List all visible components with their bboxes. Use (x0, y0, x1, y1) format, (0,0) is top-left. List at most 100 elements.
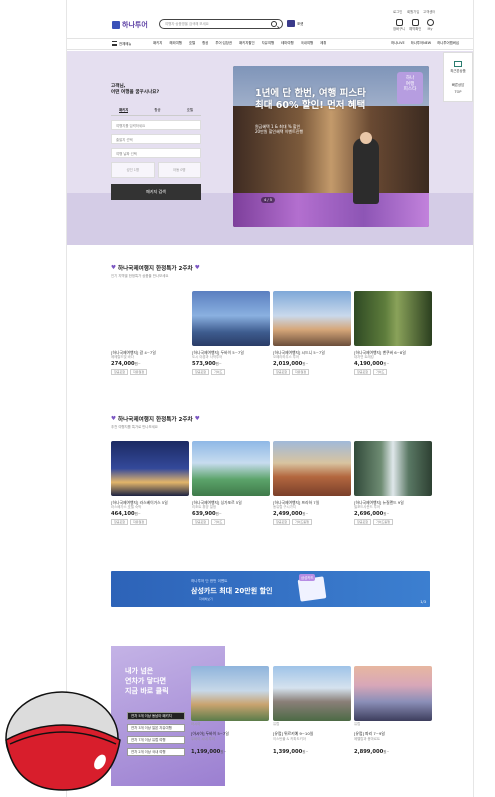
price-unit: 원~ (302, 512, 309, 516)
gnb-item[interactable]: 해외여행 (169, 41, 181, 45)
package-search-button[interactable]: 패키지 검색 (111, 184, 201, 200)
product-name: [유럽] 파리 7~9일 (354, 731, 385, 736)
heart-icon: ♥ (194, 265, 200, 271)
promo-more-link[interactable]: 자세히보기 (199, 597, 213, 601)
quick-consult-label[interactable]: 빠른상담 (444, 83, 472, 87)
top-button[interactable]: TOP (444, 90, 472, 94)
product-image (191, 666, 269, 721)
product-card[interactable]: [하나국제여행지] 프라하 7일 동유럽 구시가지 2,499,000원~ 항공… (273, 441, 351, 525)
product-tag: 자유일정 (130, 519, 148, 525)
signup-link[interactable]: 회원가입 (407, 10, 419, 14)
product-price: 573,900 (192, 361, 216, 367)
gnb-item[interactable]: 패키지할인 (239, 41, 255, 45)
login-link[interactable]: 로그인 (393, 10, 402, 14)
gnb-right-item[interactable]: 하나투어멤버십 (437, 41, 459, 45)
date-picker[interactable]: 여행 날짜 선택 (111, 148, 201, 158)
leave-option[interactable]: 연차 7개 이상 유럽 여행 (127, 736, 185, 744)
recent-view-icon[interactable] (454, 61, 462, 67)
tab-package[interactable]: 패키지 (119, 108, 129, 113)
product-tag: 자유일정 (292, 369, 310, 375)
banner-face (360, 132, 372, 144)
heart-icon: ♥ (194, 416, 200, 422)
gnb-item[interactable]: 투어·입장권 (215, 41, 232, 45)
recent-view-label[interactable]: 최근본상품 (444, 69, 472, 73)
cart-button[interactable]: 장바구니 (393, 19, 405, 31)
logo[interactable]: 하나투어 (112, 20, 148, 30)
product-tag: 가이드동행 (292, 519, 312, 525)
gnb-right-item[interactable]: 하나LIVE (391, 41, 405, 45)
gnb-item[interactable]: 호텔 (189, 41, 195, 45)
child-count[interactable]: 아동 0명 (157, 162, 201, 178)
banner-pager[interactable]: 4 / 5 (261, 197, 276, 203)
leave-option[interactable]: 연차 2개 이상 국내 여행 (127, 748, 185, 756)
product-region: 유럽 (354, 722, 361, 726)
product-price: 2,019,000 (273, 361, 303, 367)
product-image (354, 291, 432, 346)
mypage-button[interactable]: My (424, 19, 436, 31)
reservation-button[interactable]: 예약확인 (409, 19, 421, 31)
hero-banner[interactable]: 1년에 단 한번, 여행 피스타 최대 60% 할인! 먼저 혜택 원금혜택 1… (233, 66, 429, 227)
banner-title: 1년에 단 한번, 여행 피스타 최대 60% 할인! 먼저 혜택 (255, 88, 366, 111)
leave-option[interactable]: 연차 5개 이상 동남아 패키지 (127, 712, 185, 720)
gnb-item[interactable]: 국내여행 (301, 41, 313, 45)
product-tag: 항공포함 (273, 369, 291, 375)
gnb-item[interactable]: 패키지 (153, 41, 162, 45)
cart-icon (395, 19, 403, 26)
logo-mark-icon (112, 21, 120, 29)
search-bar[interactable]: 여행지·상품명을 검색해 보세요 (159, 19, 283, 29)
leave-option[interactable]: 연차 3개 이상 일본 자유여행 (127, 724, 185, 732)
product-card[interactable]: [하나국제여행지] 뉴질랜드 9일 밀포드사운드 투어 2,696,000원~ … (354, 441, 432, 525)
samsung-card-promo[interactable]: 하나투어 단 한번 이벤트 삼성카드 최대 20만원 할인 자세히보기 삼성카드… (111, 571, 430, 607)
product-desc: 도시 야경과 사막투어 (192, 355, 223, 359)
tab-hotel[interactable]: 호텔 (187, 108, 193, 113)
tab-air[interactable]: 항공 (154, 108, 160, 113)
all-menu-label: 전체메뉴 (119, 41, 132, 46)
product-desc: 이스탄불 & 카파도키아 (273, 737, 306, 741)
product-desc: 라스베가스 호텔 숙박 (111, 505, 142, 509)
product-tag: 항공포함 (354, 519, 372, 525)
gnb-right-item[interactable]: 하나투어NEW (411, 41, 432, 45)
gnb-item[interactable]: 제휴 (320, 41, 326, 45)
reservation-label: 예약확인 (409, 27, 421, 31)
pocket-button[interactable]: 포켓 (287, 20, 303, 27)
gnb-item[interactable]: 자유여행 (262, 41, 274, 45)
page: 로그인 회원가입 고객센터 하나투어 여행지·상품명을 검색해 보세요 포켓 장… (67, 0, 473, 797)
product-image (354, 441, 432, 496)
leave-product-card[interactable]: 아시아 [아시아] 두바이 5~7일 두바이 시내 투어 1,199,000원~ (191, 666, 269, 755)
leave-product-card[interactable]: 유럽 [유럽] 튀르키예 9~10일 이스탄불 & 카파도키아 1,399,00… (273, 666, 351, 755)
product-card[interactable]: [하나국제여행지] 두바이 5~7일 도시 야경과 사막투어 573,900원~… (192, 291, 270, 375)
gnb-item[interactable]: 테마여행 (281, 41, 293, 45)
product-card[interactable]: [하나국제여행지] 싱가포르 5일 리조트 휴양 일정 639,900원~ 항공… (192, 441, 270, 525)
search-icon[interactable] (271, 21, 277, 27)
pocket-label: 포켓 (297, 21, 304, 26)
mypage-label: My (427, 27, 433, 31)
product-image (273, 291, 351, 346)
adult-count[interactable]: 성인 1명 (111, 162, 155, 178)
price-unit: 원~ (302, 750, 309, 754)
product-desc: 오페라하우스 투어 (273, 355, 300, 359)
hamburger-icon (112, 41, 117, 46)
product-card[interactable]: [하나국제여행지] 라스베이거스 5일 라스베가스 호텔 숙박 464,100원… (111, 441, 189, 525)
product-image (354, 666, 432, 721)
promo-headline: 삼성카드 최대 20만원 할인 (191, 587, 273, 595)
bowl-illustration (5, 691, 121, 791)
product-image (192, 441, 270, 496)
promo-pager[interactable]: 1/3 (420, 600, 426, 604)
customer-center-link[interactable]: 고객센터 (423, 10, 435, 14)
destination-input[interactable]: 여행지를 입력하세요 (111, 120, 201, 130)
gnb-item[interactable]: 항공 (202, 41, 208, 45)
price-unit: 원~ (215, 512, 222, 516)
product-card[interactable]: [하나국제여행지] 괌 4~7일 에메랄드빛 바다 274,000원~ 항공포함… (111, 291, 189, 375)
departure-select[interactable]: 출발지 선택 (111, 134, 201, 144)
product-card[interactable]: [하나국제여행지] 시드니 5~7일 오페라하우스 투어 2,019,000원~… (273, 291, 351, 375)
price-unit: 원~ (220, 750, 227, 754)
leave-product-card[interactable]: 유럽 [유럽] 파리 7~9일 에펠탑과 몽마르트 2,899,000원~ (354, 666, 432, 755)
banner-street (233, 106, 429, 196)
all-menu-button[interactable]: 전체메뉴 (112, 41, 131, 46)
pocket-icon (287, 20, 295, 27)
product-card[interactable]: [하나국제여행지] 밴쿠버 6~8일 대자연 트래킹 4,190,000원~ 항… (354, 291, 432, 375)
search-input[interactable]: 여행지·상품명을 검색해 보세요 (165, 22, 209, 26)
section-title-2: ♥ 하나국제여행지 한정특가 2주차 ♥ 추천 여행지를 특가로 만나보세요 (111, 415, 200, 429)
product-price: 2,696,000 (354, 511, 384, 517)
price-unit: 원~ (134, 512, 141, 516)
